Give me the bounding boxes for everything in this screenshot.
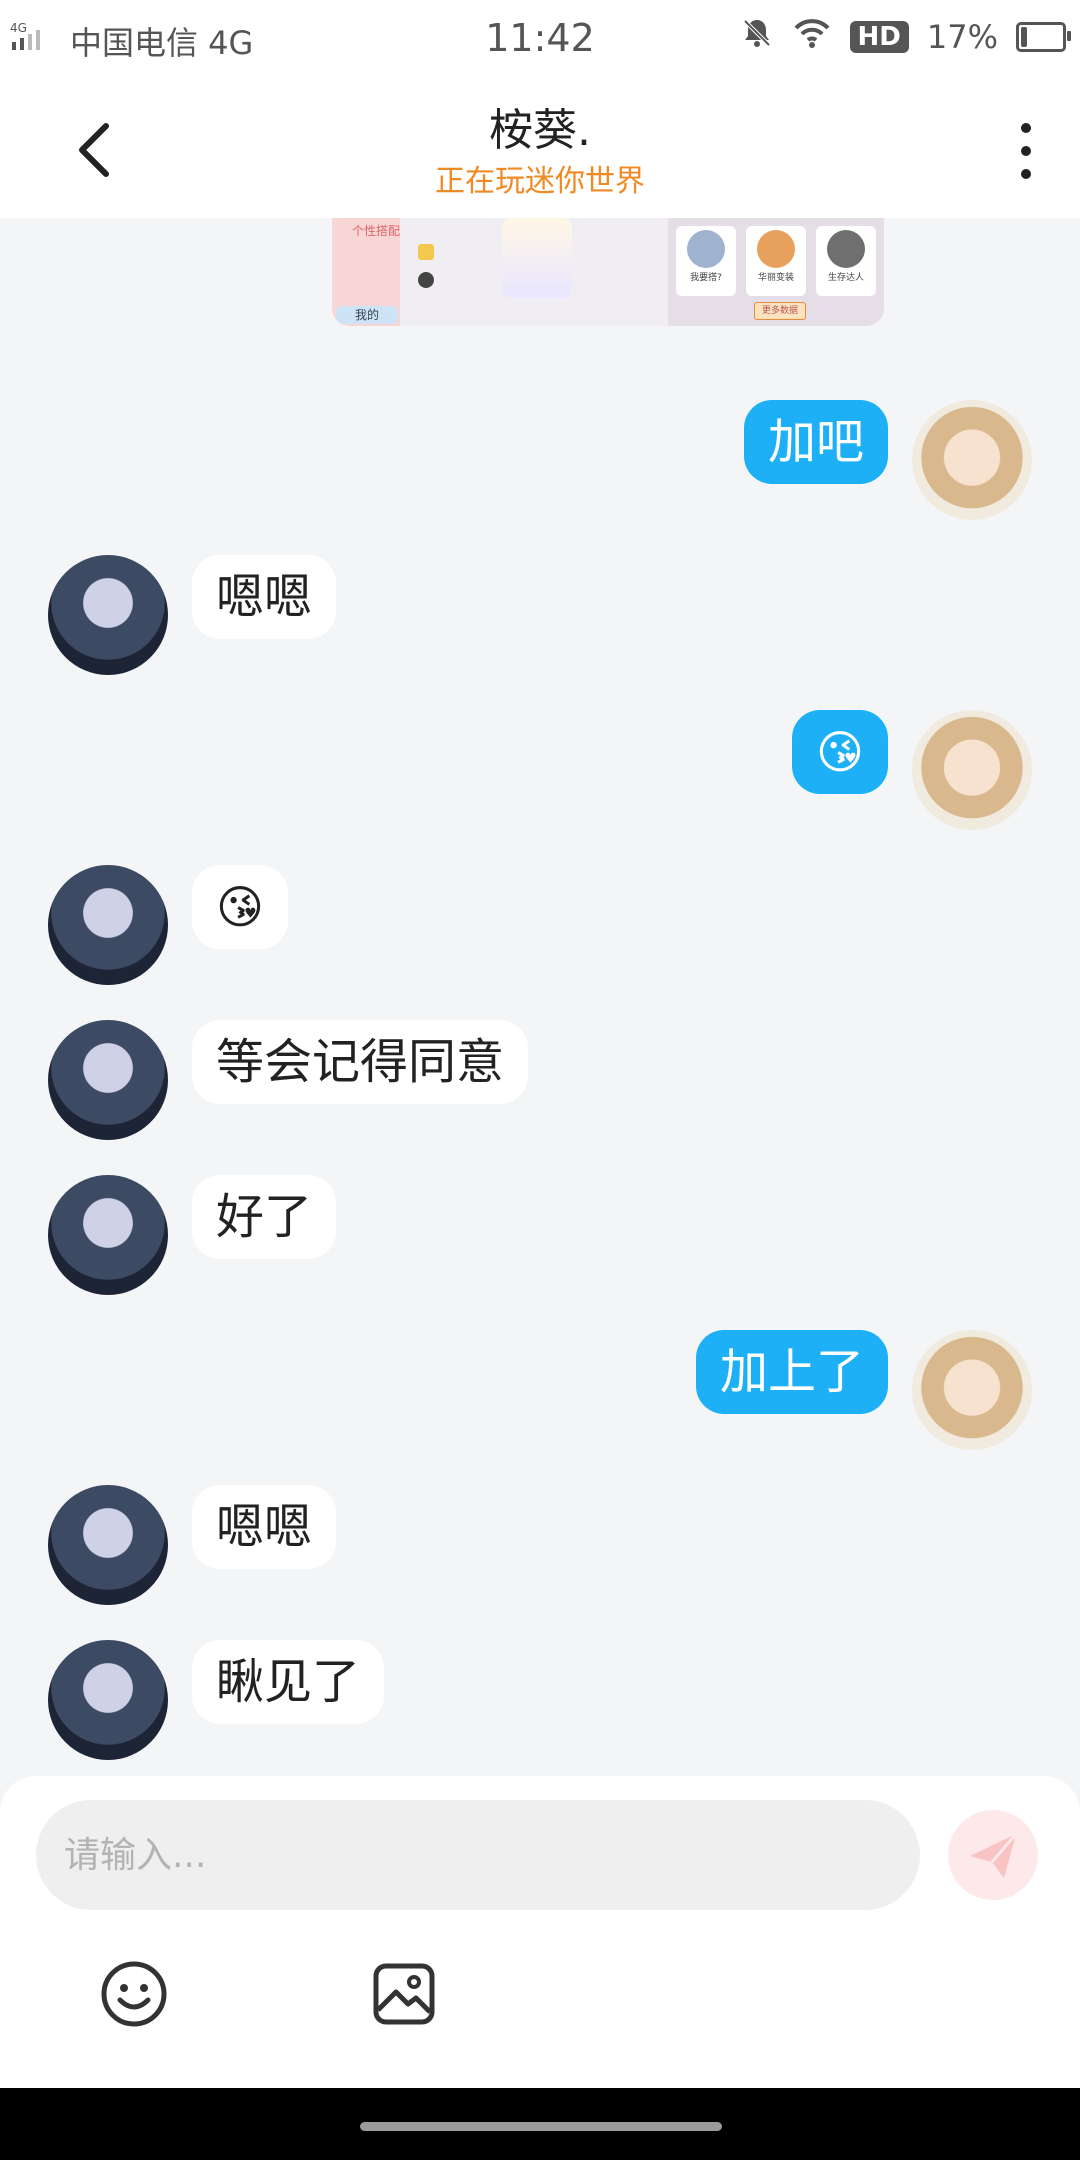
smiley-icon	[101, 1961, 167, 2027]
message-bubble[interactable]: 嗯嗯	[192, 1485, 337, 1569]
mute-bell-icon	[740, 16, 774, 58]
more-vertical-icon	[1021, 123, 1031, 179]
battery-fill	[1021, 27, 1027, 47]
game-card-item: 华丽变装	[746, 226, 806, 296]
contact-avatar[interactable]	[48, 1020, 168, 1140]
message-bubble[interactable]: 瞅见了	[192, 1640, 385, 1724]
game-card-label: 个性搭配	[352, 224, 401, 238]
game-card-me-tab: 我的	[336, 306, 398, 324]
wifi-icon	[792, 16, 832, 58]
contact-avatar[interactable]	[48, 865, 168, 985]
shared-game-card[interactable]: 个性搭配 我的 我要搭? 华丽变装 生存达人 更多数据	[332, 218, 884, 326]
my-avatar[interactable]	[912, 1330, 1032, 1450]
contact-status: 正在玩迷你世界	[435, 164, 645, 199]
game-card-left-panel: 个性搭配 我的	[332, 218, 400, 326]
image-button[interactable]	[368, 1958, 440, 2030]
home-indicator[interactable]	[360, 2122, 722, 2131]
message-bubble[interactable]: 嗯嗯	[192, 555, 337, 639]
more-options-button[interactable]	[1006, 116, 1046, 186]
message-bubble[interactable]: 好了	[192, 1175, 337, 1259]
status-bar: 4G 中国电信 4G 11:42 HD 17%	[0, 0, 1080, 76]
emoji-message-bubble[interactable]: 😘	[192, 865, 288, 949]
chat-header: 桉葵. 正在玩迷你世界	[0, 76, 1080, 218]
status-right: HD 17%	[740, 16, 1071, 58]
paper-plane-icon	[970, 1833, 1018, 1878]
message-input[interactable]	[36, 1800, 920, 1910]
contact-avatar[interactable]	[48, 1485, 168, 1605]
battery-percent: 17%	[926, 18, 998, 56]
hd-badge: HD	[849, 21, 909, 53]
game-avatar-figure	[502, 218, 572, 298]
game-card-item: 我要搭?	[676, 226, 736, 296]
battery-icon	[1016, 22, 1071, 52]
contact-avatar[interactable]	[48, 1640, 168, 1760]
game-card-icons	[412, 240, 442, 303]
more-data-button[interactable]: 更多数据	[754, 302, 806, 320]
image-icon	[373, 1963, 435, 2025]
my-avatar[interactable]	[912, 710, 1032, 830]
contact-avatar[interactable]	[48, 555, 168, 675]
game-tools-icon	[418, 244, 434, 288]
message-list[interactable]: 加吧 嗯嗯 😘 😘 等会记得同意 好了 加上了 嗯嗯 瞅见了	[0, 330, 1080, 1770]
message-bubble[interactable]: 等会记得同意	[192, 1020, 529, 1104]
message-composer	[0, 1776, 1080, 2088]
game-card-item: 生存达人	[816, 226, 876, 296]
contact-name: 桉葵.	[489, 105, 591, 156]
message-bubble[interactable]: 加吧	[743, 400, 888, 484]
emoji-message-bubble[interactable]: 😘	[792, 710, 888, 794]
emoji-button[interactable]	[98, 1958, 170, 2030]
my-avatar[interactable]	[912, 400, 1032, 520]
game-card-stats: 我要搭? 华丽变装 生存达人 更多数据	[668, 218, 884, 326]
send-button[interactable]	[948, 1810, 1038, 1900]
message-bubble[interactable]: 加上了	[695, 1330, 888, 1414]
contact-avatar[interactable]	[48, 1175, 168, 1295]
